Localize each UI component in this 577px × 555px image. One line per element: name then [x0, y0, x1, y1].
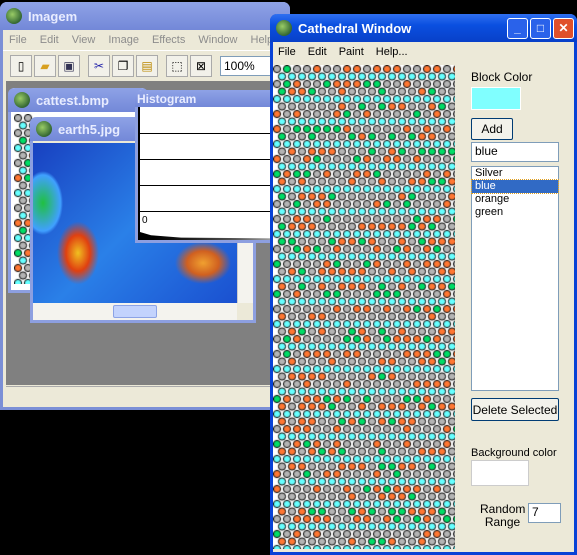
menu-effects[interactable]: Effects: [152, 34, 185, 46]
list-item-selected[interactable]: blue: [471, 179, 559, 194]
color-listbox[interactable]: Silver blue orange green: [471, 166, 559, 391]
add-label: Add: [481, 122, 503, 136]
menu-edit[interactable]: Edit: [308, 46, 327, 58]
zoom-select[interactable]: 100%: [220, 55, 272, 76]
random-range-input[interactable]: 7: [528, 503, 561, 523]
menu-edit[interactable]: Edit: [40, 34, 59, 46]
histogram-title: Histogram: [137, 91, 197, 106]
menu-image[interactable]: Image: [108, 34, 139, 46]
histogram-titlebar[interactable]: Histogram: [135, 90, 280, 107]
delete-selected-button[interactable]: Delete Selected: [471, 398, 559, 421]
histogram-bars: [140, 232, 277, 240]
cattest-titlebar[interactable]: cattest.bmp: [8, 88, 148, 112]
background-color-label: Background color: [471, 447, 557, 459]
cathedral-titlebar[interactable]: Cathedral Window _ □ ✕: [270, 14, 577, 42]
minimize-button[interactable]: _: [507, 17, 528, 39]
cut-icon[interactable]: ✂: [88, 54, 110, 77]
toolbar: ▯ ▰ ▣ ✂ ❐ ▤ ⬚ ⊠ 100%: [3, 50, 287, 80]
list-item[interactable]: green: [472, 206, 558, 219]
list-item[interactable]: orange: [472, 193, 558, 206]
menu-window[interactable]: Window: [198, 34, 237, 46]
app-icon: [6, 8, 22, 24]
background-color-swatch[interactable]: [471, 460, 529, 486]
delete-label: Delete Selected: [472, 402, 558, 417]
menu-file[interactable]: File: [278, 46, 296, 58]
pattern-canvas[interactable]: [273, 65, 455, 549]
block-color-label: Block Color: [471, 70, 533, 84]
cathedral-menubar: File Edit Paint Help...: [273, 42, 574, 62]
block-color-swatch[interactable]: [471, 87, 521, 110]
status-bar: [6, 386, 287, 407]
histogram-window: Histogram 0: [135, 90, 280, 243]
window-title: Imagem: [28, 8, 78, 24]
close-button[interactable]: ✕: [553, 17, 574, 39]
list-item[interactable]: Silver: [472, 167, 558, 180]
add-button[interactable]: Add: [471, 118, 513, 140]
imagem-titlebar[interactable]: Imagem: [0, 2, 290, 30]
copy-icon[interactable]: ❐: [112, 54, 134, 77]
image-icon: [36, 121, 52, 137]
image-icon: [14, 92, 30, 108]
scroll-thumb[interactable]: [113, 305, 157, 318]
save-icon[interactable]: ▣: [58, 54, 80, 77]
menu-help[interactable]: Help...: [376, 46, 408, 58]
histogram-zero-label: 0: [142, 215, 148, 226]
window-title: Cathedral Window: [298, 20, 412, 36]
deselect-icon[interactable]: ⊠: [190, 54, 212, 77]
cathedral-window: Cathedral Window _ □ ✕ File Edit Paint H…: [270, 14, 577, 555]
select-icon[interactable]: ⬚: [166, 54, 188, 77]
menu-view[interactable]: View: [72, 34, 96, 46]
open-icon[interactable]: ▰: [34, 54, 56, 77]
horizontal-scrollbar[interactable]: [33, 303, 237, 320]
color-name-input[interactable]: blue: [471, 142, 559, 162]
paste-icon[interactable]: ▤: [136, 54, 158, 77]
imagem-menubar: File Edit View Image Effects Window Help: [3, 30, 287, 50]
cattest-title: cattest.bmp: [36, 92, 109, 108]
menu-paint[interactable]: Paint: [339, 46, 364, 58]
histogram-plot: 0: [138, 107, 277, 240]
earth-title: earth5.jpg: [58, 121, 121, 137]
app-icon: [276, 20, 292, 36]
random-range-label: Random Range: [480, 502, 526, 529]
maximize-button[interactable]: □: [530, 17, 551, 39]
new-icon[interactable]: ▯: [10, 54, 32, 77]
menu-file[interactable]: File: [9, 34, 27, 46]
